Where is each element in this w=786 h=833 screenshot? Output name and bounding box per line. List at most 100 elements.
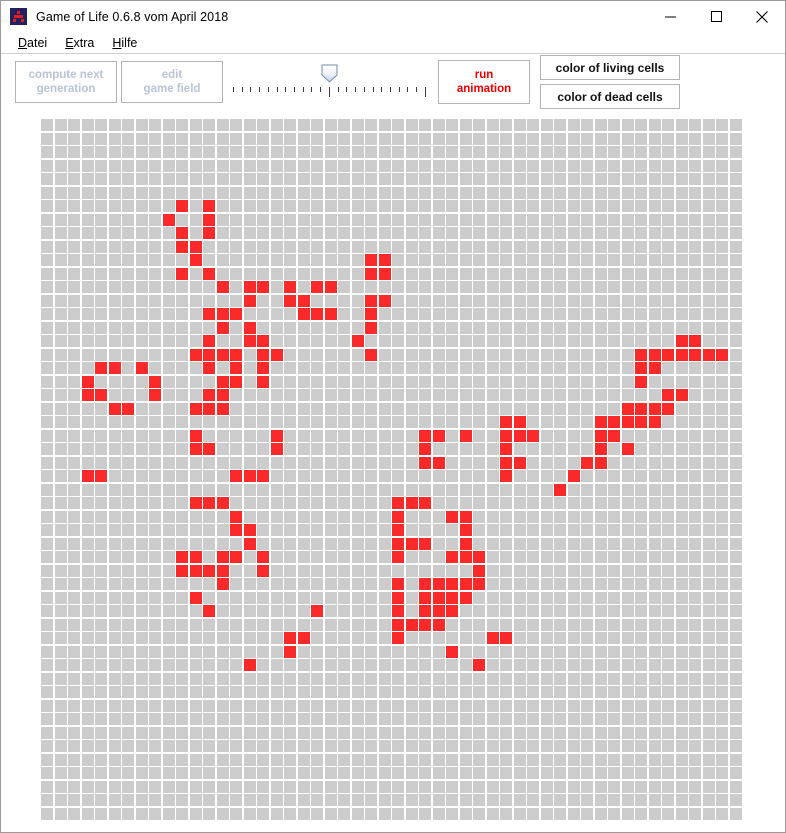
dead-cell[interactable] xyxy=(567,605,580,617)
dead-cell[interactable] xyxy=(230,200,242,212)
dead-cell[interactable] xyxy=(540,200,553,212)
dead-cell[interactable] xyxy=(648,726,661,739)
dead-cell[interactable] xyxy=(351,213,364,226)
dead-cell[interactable] xyxy=(635,780,647,793)
maximize-icon[interactable] xyxy=(693,1,739,32)
dead-cell[interactable] xyxy=(149,470,161,482)
dead-cell[interactable] xyxy=(581,780,593,793)
dead-cell[interactable] xyxy=(689,281,701,293)
dead-cell[interactable] xyxy=(176,362,188,374)
dead-cell[interactable] xyxy=(567,767,580,779)
dead-cell[interactable] xyxy=(311,294,323,307)
dead-cell[interactable] xyxy=(189,780,202,793)
dead-cell[interactable] xyxy=(311,591,323,604)
dead-cell[interactable] xyxy=(635,483,647,496)
dead-cell[interactable] xyxy=(68,551,80,563)
dead-cell[interactable] xyxy=(270,780,283,793)
dead-cell[interactable] xyxy=(513,281,526,293)
dead-cell[interactable] xyxy=(135,726,148,739)
dead-cell[interactable] xyxy=(689,159,701,172)
dead-cell[interactable] xyxy=(284,443,296,455)
live-cell[interactable] xyxy=(419,456,431,469)
dead-cell[interactable] xyxy=(675,794,688,806)
dead-cell[interactable] xyxy=(527,375,539,388)
dead-cell[interactable] xyxy=(338,389,350,401)
dead-cell[interactable] xyxy=(702,213,715,226)
dead-cell[interactable] xyxy=(216,335,229,347)
dead-cell[interactable] xyxy=(675,632,688,644)
dead-cell[interactable] xyxy=(311,416,323,428)
dead-cell[interactable] xyxy=(594,537,607,550)
dead-cell[interactable] xyxy=(297,429,310,442)
dead-cell[interactable] xyxy=(216,645,229,658)
dead-cell[interactable] xyxy=(216,470,229,482)
dead-cell[interactable] xyxy=(527,443,539,455)
dead-cell[interactable] xyxy=(473,402,485,415)
dead-cell[interactable] xyxy=(581,497,593,509)
dead-cell[interactable] xyxy=(324,740,337,752)
dead-cell[interactable] xyxy=(81,254,94,266)
dead-cell[interactable] xyxy=(108,213,121,226)
dead-cell[interactable] xyxy=(216,591,229,604)
dead-cell[interactable] xyxy=(581,591,593,604)
live-cell[interactable] xyxy=(662,402,674,415)
dead-cell[interactable] xyxy=(81,321,94,334)
dead-cell[interactable] xyxy=(446,362,458,374)
dead-cell[interactable] xyxy=(108,618,121,631)
dead-cell[interactable] xyxy=(729,240,742,253)
dead-cell[interactable] xyxy=(473,443,485,455)
live-cell[interactable] xyxy=(216,348,229,361)
dead-cell[interactable] xyxy=(392,483,404,496)
dead-cell[interactable] xyxy=(540,443,553,455)
dead-cell[interactable] xyxy=(540,524,553,536)
dead-cell[interactable] xyxy=(257,267,269,280)
live-cell[interactable] xyxy=(257,348,269,361)
dead-cell[interactable] xyxy=(675,591,688,604)
dead-cell[interactable] xyxy=(297,767,310,779)
dead-cell[interactable] xyxy=(513,389,526,401)
dead-cell[interactable] xyxy=(473,200,485,212)
dead-cell[interactable] xyxy=(257,659,269,671)
dead-cell[interactable] xyxy=(716,429,728,442)
dead-cell[interactable] xyxy=(351,564,364,577)
dead-cell[interactable] xyxy=(338,632,350,644)
dead-cell[interactable] xyxy=(405,294,418,307)
dead-cell[interactable] xyxy=(162,726,175,739)
dead-cell[interactable] xyxy=(419,159,431,172)
dead-cell[interactable] xyxy=(486,240,499,253)
dead-cell[interactable] xyxy=(729,780,742,793)
dead-cell[interactable] xyxy=(135,267,148,280)
dead-cell[interactable] xyxy=(122,254,134,266)
dead-cell[interactable] xyxy=(68,146,80,158)
dead-cell[interactable] xyxy=(68,726,80,739)
dead-cell[interactable] xyxy=(41,780,53,793)
dead-cell[interactable] xyxy=(108,510,121,523)
live-cell[interactable] xyxy=(216,321,229,334)
dead-cell[interactable] xyxy=(149,497,161,509)
dead-cell[interactable] xyxy=(540,537,553,550)
dead-cell[interactable] xyxy=(500,672,512,685)
dead-cell[interactable] xyxy=(594,294,607,307)
dead-cell[interactable] xyxy=(108,564,121,577)
dead-cell[interactable] xyxy=(500,659,512,671)
dead-cell[interactable] xyxy=(675,510,688,523)
dead-cell[interactable] xyxy=(527,416,539,428)
dead-cell[interactable] xyxy=(459,254,472,266)
dead-cell[interactable] xyxy=(270,726,283,739)
dead-cell[interactable] xyxy=(122,132,134,145)
dead-cell[interactable] xyxy=(95,173,107,185)
dead-cell[interactable] xyxy=(149,578,161,590)
dead-cell[interactable] xyxy=(243,443,256,455)
dead-cell[interactable] xyxy=(473,186,485,199)
dead-cell[interactable] xyxy=(257,672,269,685)
dead-cell[interactable] xyxy=(243,632,256,644)
dead-cell[interactable] xyxy=(459,659,472,671)
dead-cell[interactable] xyxy=(95,524,107,536)
dead-cell[interactable] xyxy=(54,308,67,320)
dead-cell[interactable] xyxy=(513,632,526,644)
dead-cell[interactable] xyxy=(581,240,593,253)
dead-cell[interactable] xyxy=(594,375,607,388)
dead-cell[interactable] xyxy=(540,429,553,442)
live-cell[interactable] xyxy=(108,402,121,415)
dead-cell[interactable] xyxy=(365,524,377,536)
